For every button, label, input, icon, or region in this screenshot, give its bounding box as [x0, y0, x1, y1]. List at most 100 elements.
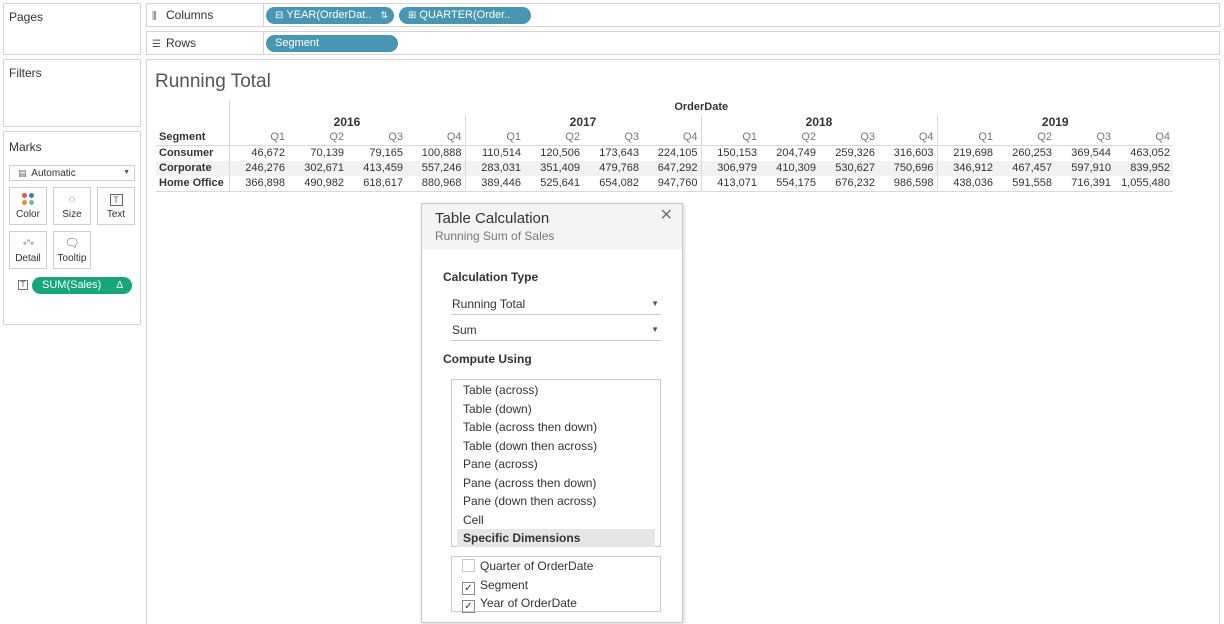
- segment-pill-label: Segment: [275, 37, 320, 49]
- quarter-header: Q2: [801, 131, 816, 143]
- color-icon: [10, 188, 46, 208]
- value-cell: 986,598: [878, 176, 937, 192]
- table-row: Home Office 366,898 490,982 618,617 880,968 3…: [156, 176, 1173, 192]
- dialog-title: Table Calculation: [435, 210, 550, 227]
- dimension-label: Segment: [480, 577, 529, 592]
- quarter-header: Q1: [700, 130, 760, 146]
- value-cell: 413,071: [700, 176, 760, 192]
- value-cell: 110,514: [464, 145, 524, 161]
- compute-using-label: Compute Using: [443, 352, 532, 366]
- quarter-header: Q3: [1096, 131, 1111, 143]
- compute-option[interactable]: Pane (down then across): [457, 492, 655, 510]
- compute-using-list[interactable]: Table (across) Table (down) Table (across …: [451, 379, 661, 547]
- value-cell: 591,558: [996, 176, 1055, 192]
- rows-shelf[interactable]: ☰ Rows Segment: [146, 31, 1220, 55]
- table-calculation-dialog: Table Calculation Running Sum of Sales ✕…: [421, 203, 683, 623]
- value-cell: 413,459: [347, 161, 406, 176]
- value-cell: 597,910: [1055, 161, 1114, 176]
- year-orderdate-pill[interactable]: ⊟ YEAR(OrderDat.. ⇅: [266, 7, 394, 24]
- compute-option[interactable]: Table (across then down): [457, 418, 655, 436]
- value-cell: 525,641: [524, 176, 583, 192]
- calculation-type-dropdown[interactable]: Running Total ▼: [451, 293, 661, 315]
- value-cell: 389,446: [464, 176, 524, 192]
- filters-card-title: Filters: [9, 66, 42, 80]
- compute-option[interactable]: Table (across): [457, 381, 655, 399]
- compute-option[interactable]: Specific Dimensions: [457, 529, 655, 547]
- size-button-label: Size: [62, 209, 82, 220]
- detail-icon: ∘°∘: [22, 238, 35, 248]
- checkbox-checked-icon[interactable]: ✓: [462, 600, 475, 613]
- compute-option[interactable]: Cell: [457, 511, 655, 529]
- value-cell: 1,055,480: [1114, 176, 1173, 192]
- value-cell: 100,888: [406, 145, 465, 161]
- detail-button[interactable]: ∘°∘ Detail: [9, 231, 47, 269]
- color-button-label: Color: [16, 209, 40, 220]
- dialog-header: Table Calculation Running Sum of Sales ✕: [422, 204, 682, 250]
- year-header: 2017: [464, 115, 701, 130]
- value-cell: 70,139: [288, 145, 347, 161]
- quarter-header: Q2: [1037, 131, 1052, 143]
- dimension-checkbox-item[interactable]: ✓ Year of OrderDate: [462, 594, 577, 613]
- quarter-header: Q1: [936, 130, 996, 146]
- quarter-header: Q4: [682, 131, 698, 143]
- value-cell: 150,153: [700, 145, 760, 161]
- year-header: 2018: [700, 115, 937, 130]
- text-button-label: Text: [106, 209, 126, 220]
- dimension-checkbox-item[interactable]: ✓ Segment: [462, 576, 529, 595]
- collapse-icon: ⊟: [275, 10, 284, 21]
- sum-sales-pill[interactable]: SUM(Sales) Δ: [32, 277, 132, 294]
- columns-shelf-label: ⫼ Columns: [147, 4, 264, 26]
- value-cell: 463,052: [1114, 145, 1173, 161]
- pages-card[interactable]: Pages: [3, 3, 141, 55]
- crosstab: OrderDate 2016 2017 2018 2019 Segment Q1 Q2 Q…: [156, 100, 1173, 192]
- detail-button-label: Detail: [15, 253, 41, 264]
- compute-option[interactable]: Pane (across then down): [457, 474, 655, 492]
- value-cell: 947,760: [642, 176, 701, 192]
- quarter-header: Q3: [388, 131, 403, 143]
- value-cell: 283,031: [464, 161, 524, 176]
- columns-label-text: Columns: [166, 8, 214, 22]
- segment-header: Segment: [159, 131, 206, 143]
- compute-option[interactable]: Table (down then across): [457, 437, 655, 455]
- value-cell: 259,326: [819, 145, 878, 161]
- quarter-orderdate-pill[interactable]: ⊞ QUARTER(Order..: [399, 7, 531, 24]
- mark-type-dropdown[interactable]: ▤ Automatic ▼: [9, 165, 135, 181]
- chevron-down-icon: ▼: [651, 325, 659, 334]
- mark-type-icon: ▤: [18, 168, 27, 178]
- table-row: Corporate 246,276 302,671 413,459 557,246 283…: [156, 161, 1173, 176]
- value-cell: 306,979: [700, 161, 760, 176]
- marks-card-title: Marks: [9, 140, 42, 154]
- filters-card[interactable]: Filters: [3, 59, 141, 127]
- text-button[interactable]: T Text: [97, 187, 135, 225]
- value-cell: 479,768: [583, 161, 642, 176]
- calculation-type-value: Running Total: [452, 297, 526, 311]
- value-cell: 46,672: [228, 145, 288, 161]
- quarter-header: Q4: [1155, 131, 1170, 143]
- tooltip-button[interactable]: 🗨 Tooltip: [53, 231, 91, 269]
- size-button[interactable]: ◌ Size: [53, 187, 91, 225]
- compute-option[interactable]: Pane (across): [457, 455, 655, 473]
- aggregation-dropdown[interactable]: Sum ▼: [451, 319, 661, 341]
- compute-option[interactable]: Table (down): [457, 400, 655, 418]
- tooltip-icon: 🗨: [64, 236, 80, 250]
- segment-pill[interactable]: Segment: [266, 35, 398, 52]
- color-button[interactable]: Color: [9, 187, 47, 225]
- value-cell: 224,105: [642, 145, 701, 161]
- value-cell: 366,898: [228, 176, 288, 192]
- value-cell: 618,617: [347, 176, 406, 192]
- tooltip-button-label: Tooltip: [57, 253, 87, 264]
- year-pill-label: YEAR(OrderDat..: [286, 9, 372, 21]
- close-icon[interactable]: ✕: [660, 208, 673, 224]
- orderdate-header: OrderDate: [228, 100, 1173, 115]
- checkbox-checked-icon[interactable]: ✓: [462, 581, 475, 595]
- year-header: 2019: [936, 115, 1173, 130]
- dimension-checkbox-item[interactable]: Quarter of OrderDate: [462, 557, 593, 575]
- quarter-header: Q2: [329, 131, 344, 143]
- chevron-down-icon: ▼: [651, 299, 659, 308]
- dimension-label: Year of OrderDate: [480, 596, 577, 610]
- columns-shelf[interactable]: ⫼ Columns ⊟ YEAR(OrderDat.. ⇅ ⊞ QUARTER(Ord…: [146, 3, 1220, 27]
- aggregation-value: Sum: [452, 323, 477, 337]
- value-cell: 554,175: [760, 176, 819, 192]
- text-icon: T: [98, 188, 134, 208]
- checkbox-unchecked-icon[interactable]: [462, 559, 475, 572]
